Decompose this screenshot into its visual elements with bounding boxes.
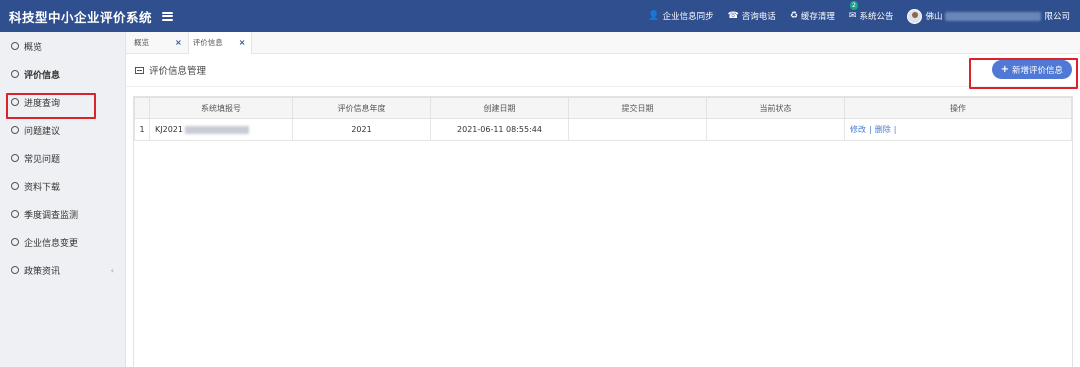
sidebar: 概览 评价信息 进度查询 问题建议 常见问题 资料下载 季度调查监测 企业信息变… xyxy=(0,32,126,367)
sidebar-item-company-info-change[interactable]: 企业信息变更 xyxy=(0,228,125,256)
close-icon[interactable]: × xyxy=(175,38,182,47)
circle-icon xyxy=(11,210,19,218)
circle-icon xyxy=(11,266,19,274)
column-header-submitted[interactable]: 提交日期 xyxy=(568,97,707,119)
sidebar-item-label: 进度查询 xyxy=(24,98,61,109)
redacted-user-name xyxy=(945,11,1042,21)
evaluation-table: 系统填报号 评价信息年度 创建日期 提交日期 当前状态 操作 1 KJ2021 … xyxy=(134,97,1072,141)
add-evaluation-button[interactable]: + 新增评价信息 xyxy=(991,60,1072,79)
circle-icon xyxy=(11,126,19,134)
circle-icon xyxy=(11,182,19,190)
evaluation-table-container: 系统填报号 评价信息年度 创建日期 提交日期 当前状态 操作 1 KJ2021 … xyxy=(133,96,1073,367)
sidebar-item-policy-news[interactable]: 政策资讯 ‹ xyxy=(0,256,125,284)
column-header-created[interactable]: 创建日期 xyxy=(430,97,569,119)
plus-icon: + xyxy=(1000,64,1009,75)
hotline-link[interactable]: ☎ 咨询电话 xyxy=(728,10,776,22)
avatar xyxy=(907,8,923,24)
chevron-left-icon: ‹ xyxy=(110,265,114,275)
mail-icon: ✉ xyxy=(848,11,857,21)
row-index: 1 xyxy=(134,118,150,141)
table-header-row: 系统填报号 评价信息年度 创建日期 提交日期 当前状态 操作 xyxy=(134,97,1072,119)
circle-icon xyxy=(11,238,19,246)
sidebar-item-label: 概览 xyxy=(24,42,43,53)
sidebar-item-label: 问题建议 xyxy=(24,126,61,137)
circle-icon xyxy=(11,98,19,106)
phone-icon: ☎ xyxy=(727,11,739,21)
sidebar-item-evaluation-info[interactable]: 评价信息 xyxy=(0,60,125,88)
sidebar-item-feedback[interactable]: 问题建议 xyxy=(0,116,125,144)
sidebar-item-downloads[interactable]: 资料下载 xyxy=(0,172,125,200)
menu-toggle-icon[interactable] xyxy=(162,11,174,21)
sidebar-item-label: 企业信息变更 xyxy=(24,238,79,249)
report-no-text: KJ2021 xyxy=(155,125,183,134)
delete-link[interactable]: 删除 xyxy=(875,125,891,134)
circle-icon xyxy=(11,42,19,50)
recycle-icon: ♻ xyxy=(789,11,798,21)
clear-cache-label: 缓存清理 xyxy=(800,12,835,22)
year-cell: 2021 xyxy=(292,118,431,141)
circle-icon xyxy=(11,70,19,78)
sidebar-item-label: 资料下载 xyxy=(24,182,61,193)
column-header-status[interactable]: 当前状态 xyxy=(706,97,845,119)
main-content: 概览 × 评价信息 × 评价信息管理 + 新增评价信息 系统填报号 评价信息年度 xyxy=(126,31,1080,367)
tab-evaluation-info[interactable]: 评价信息 × xyxy=(188,31,253,54)
hotline-label: 咨询电话 xyxy=(741,12,776,22)
panel-header: 评价信息管理 + 新增评价信息 xyxy=(126,54,1080,87)
page-title: 评价信息管理 xyxy=(149,66,207,77)
redacted-report-no xyxy=(184,125,249,134)
column-header-index xyxy=(134,97,150,119)
status-cell xyxy=(706,118,845,141)
sidebar-item-quarterly-survey[interactable]: 季度调查监测 xyxy=(0,200,125,228)
submitted-cell xyxy=(568,118,707,141)
divider: | xyxy=(869,125,872,134)
announcement-count-badge: 2 xyxy=(849,1,859,10)
user-icon: 👤 xyxy=(648,11,660,21)
circle-icon xyxy=(11,154,19,162)
sidebar-item-label: 政策资讯 xyxy=(24,266,61,277)
sync-company-info-label: 企业信息同步 xyxy=(662,12,714,22)
column-header-year[interactable]: 评价信息年度 xyxy=(292,97,431,119)
sync-company-info-link[interactable]: 👤 企业信息同步 xyxy=(648,10,713,22)
table-row[interactable]: 1 KJ2021 2021 2021-06-11 08:55:44 修改 | 删除 | xyxy=(134,118,1072,141)
tab-label: 评价信息 xyxy=(192,38,223,47)
sidebar-item-label: 评价信息 xyxy=(24,70,61,81)
divider: | xyxy=(893,125,897,134)
report-no-cell: KJ2021 xyxy=(149,118,293,141)
sidebar-item-label: 常见问题 xyxy=(24,154,61,165)
user-menu[interactable]: 佛山 限公司 xyxy=(907,8,1070,24)
tab-label: 概览 xyxy=(134,38,149,47)
column-header-report-no[interactable]: 系统填报号 xyxy=(149,97,293,119)
actions-cell: 修改 | 删除 | xyxy=(844,118,1072,141)
user-name-suffix: 限公司 xyxy=(1044,12,1070,22)
tab-overview[interactable]: 概览 × xyxy=(130,31,189,54)
list-icon xyxy=(135,66,144,74)
column-header-actions: 操作 xyxy=(844,97,1072,119)
announcement-link[interactable]: 2 ✉ 系统公告 xyxy=(848,1,894,22)
edit-link[interactable]: 修改 xyxy=(850,125,866,134)
page-tabs: 概览 × 评价信息 × xyxy=(126,31,1080,54)
sidebar-item-faq[interactable]: 常见问题 xyxy=(0,144,125,172)
announcement-label: 系统公告 xyxy=(859,12,894,22)
sidebar-item-progress-query[interactable]: 进度查询 xyxy=(0,88,125,116)
sidebar-item-label: 季度调查监测 xyxy=(24,210,79,221)
app-title: 科技型中小企业评价系统 xyxy=(9,9,153,25)
top-header: 科技型中小企业评价系统 👤 企业信息同步 ☎ 咨询电话 ♻ 缓存清理 2 ✉ 系… xyxy=(0,0,1080,32)
created-cell: 2021-06-11 08:55:44 xyxy=(430,118,569,141)
header-toolbar: 👤 企业信息同步 ☎ 咨询电话 ♻ 缓存清理 2 ✉ 系统公告 佛山 限公司 xyxy=(648,0,1070,32)
sidebar-item-overview[interactable]: 概览 xyxy=(0,32,125,60)
user-name-prefix: 佛山 xyxy=(925,12,943,22)
clear-cache-link[interactable]: ♻ 缓存清理 xyxy=(790,10,835,22)
add-evaluation-label: 新增评价信息 xyxy=(1011,65,1063,76)
close-icon[interactable]: × xyxy=(239,38,246,47)
